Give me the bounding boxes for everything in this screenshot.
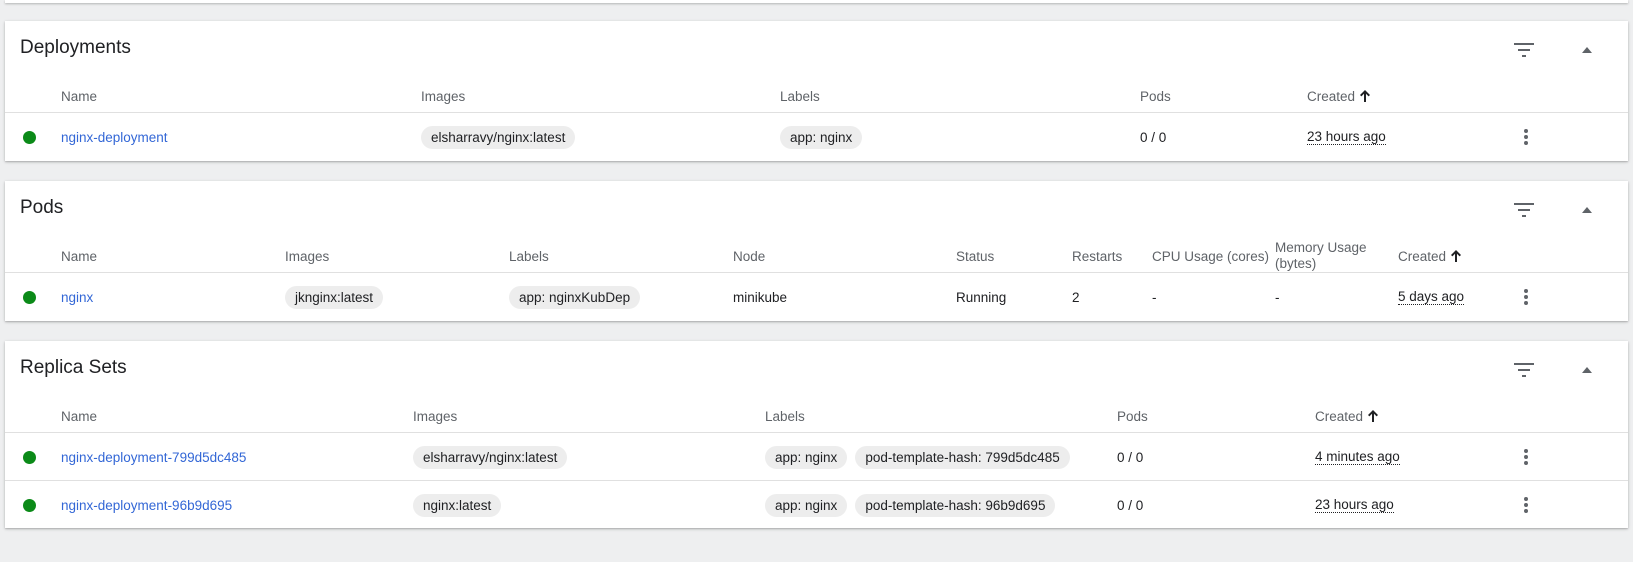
deployment-name-link[interactable]: nginx-deployment (61, 130, 168, 145)
chevron-up-icon (1582, 207, 1592, 213)
column-header-status: Status (956, 248, 995, 264)
image-chip: elsharravy/nginx:latest (413, 445, 568, 469)
pod-name-link[interactable]: nginx (61, 290, 93, 305)
label-chip: pod-template-hash: 799d5dc485 (855, 445, 1070, 469)
created-time: 5 days ago (1398, 289, 1465, 305)
more-vert-icon (1524, 289, 1528, 305)
created-time: 4 minutes ago (1315, 449, 1400, 465)
row-menu-button[interactable] (1513, 444, 1539, 470)
label-chip: app: nginxKubDep (509, 285, 641, 309)
memory-usage-label-line2: (bytes) (1275, 256, 1317, 271)
pods-header: Pods (5, 181, 1628, 239)
replica-sets-filter-button[interactable] (1508, 354, 1540, 386)
pods-count: 0 / 0 (1117, 449, 1144, 465)
table-row: nginx-deployment-96b9d695 nginx:latest a… (5, 481, 1628, 529)
image-chip: jknginx:latest (285, 285, 384, 309)
pods-count: 0 / 0 (1140, 129, 1167, 145)
column-header-images: Images (413, 408, 458, 424)
chevron-up-icon (1582, 47, 1592, 53)
column-header-pods: Pods (1140, 88, 1171, 104)
column-header-labels: Labels (765, 408, 805, 424)
chevron-up-icon (1582, 367, 1592, 373)
replica-sets-collapse-button[interactable] (1571, 354, 1603, 386)
status-ok-icon (23, 451, 36, 464)
column-header-name[interactable]: Name (61, 239, 97, 273)
memory-usage: - (1275, 289, 1280, 305)
arrow-upward-icon (1360, 90, 1371, 102)
replica-set-name-link[interactable]: nginx-deployment-799d5dc485 (61, 450, 246, 465)
column-header-created[interactable]: Created (1315, 399, 1379, 433)
column-header-images: Images (421, 88, 466, 104)
label-chip: app: nginx (765, 493, 848, 517)
filter-icon (1514, 203, 1534, 217)
column-header-restarts: Restarts (1072, 248, 1123, 264)
column-header-name[interactable]: Name (61, 399, 97, 433)
column-header-pods: Pods (1117, 408, 1148, 424)
deployments-header: Deployments (5, 21, 1628, 79)
replica-sets-header: Replica Sets (5, 341, 1628, 399)
column-header-images: Images (285, 248, 330, 264)
label-chip: pod-template-hash: 96b9d695 (855, 493, 1056, 517)
table-row: nginx-deployment-799d5dc485 elsharravy/n… (5, 433, 1628, 481)
pods-collapse-button[interactable] (1571, 194, 1603, 226)
deployments-card: Deployments Name Images Labels Pods Crea… (5, 21, 1628, 161)
column-header-name[interactable]: Name (61, 79, 97, 113)
previous-card-edge (5, 0, 1628, 3)
arrow-upward-icon (1451, 250, 1462, 262)
pods-card: Pods Name Images Labels Node Status Rest… (5, 181, 1628, 321)
column-header-memory-usage: Memory Usage (bytes) (1275, 239, 1367, 273)
filter-icon (1514, 43, 1534, 57)
pods-title: Pods (20, 197, 64, 218)
image-chip: nginx:latest (413, 493, 502, 517)
deployments-title: Deployments (20, 37, 131, 58)
pod-status: Running (956, 289, 1007, 305)
more-vert-icon (1524, 129, 1528, 145)
table-row: nginx jknginx:latest app: nginxKubDep mi… (5, 273, 1628, 321)
pods-filter-button[interactable] (1508, 194, 1540, 226)
column-header-cpu-usage: CPU Usage (cores) (1152, 248, 1270, 264)
replica-sets-title: Replica Sets (20, 357, 127, 378)
pods-table-header: Name Images Labels Node Status Restarts … (5, 239, 1628, 273)
deployments-collapse-button[interactable] (1571, 34, 1603, 66)
replica-sets-card: Replica Sets Name Images Labels Pods Cre… (5, 341, 1628, 528)
pods-count: 0 / 0 (1117, 497, 1144, 513)
status-ok-icon (23, 131, 36, 144)
cpu-usage: - (1152, 289, 1157, 305)
replica-sets-table-header: Name Images Labels Pods Created (5, 399, 1628, 433)
row-menu-button[interactable] (1513, 284, 1539, 310)
memory-usage-label-line1: Memory Usage (1275, 240, 1367, 255)
deployments-filter-button[interactable] (1508, 34, 1540, 66)
deployments-table-header: Name Images Labels Pods Created (5, 79, 1628, 113)
column-header-created[interactable]: Created (1398, 239, 1462, 273)
replica-set-name-link[interactable]: nginx-deployment-96b9d695 (61, 498, 232, 513)
arrow-upward-icon (1368, 410, 1379, 422)
status-ok-icon (23, 499, 36, 512)
image-chip: elsharravy/nginx:latest (421, 125, 576, 149)
node-name: minikube (733, 289, 788, 305)
column-header-created[interactable]: Created (1307, 79, 1371, 113)
label-chip: app: nginx (780, 125, 863, 149)
column-header-created-label: Created (1398, 248, 1447, 264)
row-menu-button[interactable] (1513, 124, 1539, 150)
table-row: nginx-deployment elsharravy/nginx:latest… (5, 113, 1628, 161)
label-chip: app: nginx (765, 445, 848, 469)
filter-icon (1514, 363, 1534, 377)
column-header-node: Node (733, 248, 766, 264)
column-header-created-label: Created (1307, 88, 1356, 104)
restart-count: 2 (1072, 289, 1080, 305)
column-header-labels: Labels (509, 248, 549, 264)
column-header-created-label: Created (1315, 408, 1364, 424)
column-header-labels: Labels (780, 88, 820, 104)
row-menu-button[interactable] (1513, 492, 1539, 518)
created-time: 23 hours ago (1307, 129, 1386, 145)
created-time: 23 hours ago (1315, 497, 1394, 513)
more-vert-icon (1524, 497, 1528, 513)
status-ok-icon (23, 291, 36, 304)
more-vert-icon (1524, 449, 1528, 465)
